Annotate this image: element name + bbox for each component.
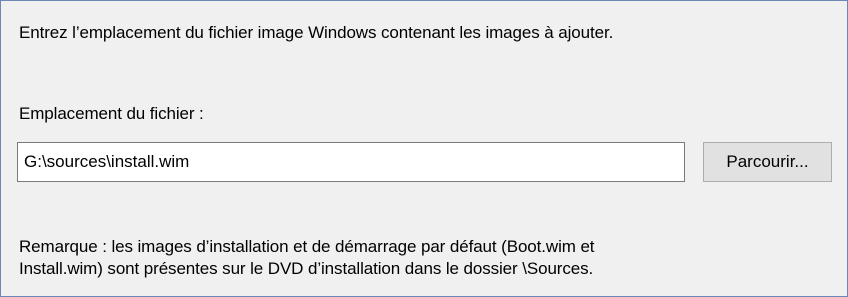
file-path-input[interactable] [17, 142, 685, 182]
browse-button[interactable]: Parcourir... [703, 142, 832, 182]
file-location-label: Emplacement du fichier : [19, 104, 204, 123]
instruction-text: Entrez l’emplacement du fichier image Wi… [19, 23, 614, 42]
note-text: Remarque : les images d’installation et … [19, 236, 595, 280]
note-line-1: Remarque : les images d’installation et … [19, 237, 595, 256]
note-line-2: Install.wim) sont présentes sur le DVD d… [19, 259, 594, 278]
wizard-page-panel: Entrez l’emplacement du fichier image Wi… [0, 0, 848, 297]
